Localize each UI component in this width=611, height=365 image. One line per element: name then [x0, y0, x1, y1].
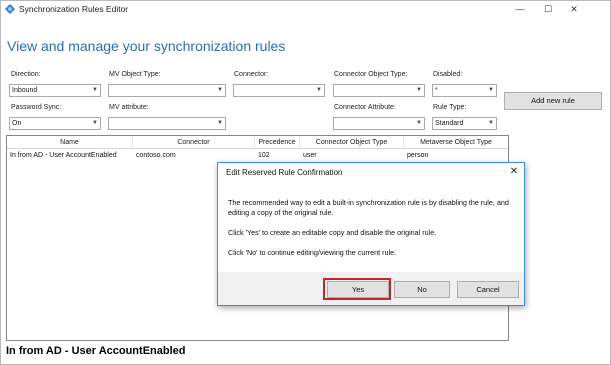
column-header-connector-object-type[interactable]: Connector Object Type	[300, 136, 404, 149]
cell-connector: contoso.com	[136, 152, 176, 159]
dialog-title: Edit Reserved Rule Confirmation	[226, 168, 343, 177]
connector-attribute-label: Connector Attribute:	[334, 104, 396, 111]
mv-attribute-select[interactable]: ▼	[108, 117, 226, 130]
direction-select[interactable]: Inbound ▼	[9, 84, 101, 97]
window-title: Synchronization Rules Editor	[19, 4, 129, 14]
connector-attribute-select[interactable]: ▼	[333, 117, 425, 130]
dialog-close-icon[interactable]: ✕	[507, 165, 521, 179]
disabled-label: Disabled:	[433, 71, 463, 78]
chevron-down-icon: ▼	[217, 120, 223, 126]
mv-object-type-label: MV Object Type:	[109, 71, 161, 78]
app-icon	[5, 4, 15, 14]
column-header-name[interactable]: Name	[7, 136, 133, 149]
chevron-down-icon: ▼	[316, 87, 322, 93]
connector-label: Connector:	[234, 71, 269, 78]
password-sync-value: On	[12, 120, 22, 127]
cell-precedence: 102	[258, 152, 270, 159]
cell-name: In from AD - User AccountEnabled	[10, 152, 117, 159]
connector-object-type-label: Connector Object Type:	[334, 71, 408, 78]
chevron-down-icon: ▼	[92, 120, 98, 126]
page-heading: View and manage your synchronization rul…	[7, 38, 286, 54]
chevron-down-icon: ▼	[416, 87, 422, 93]
dialog-message-recommendation: The recommended way to edit a built-in s…	[228, 198, 509, 217]
connector-select[interactable]: ▼	[233, 84, 325, 97]
disabled-value: *	[435, 87, 438, 94]
yes-button-highlight-box	[323, 278, 391, 300]
connector-object-type-select[interactable]: ▼	[333, 84, 425, 97]
table-row[interactable]: In from AD - User AccountEnabled contoso…	[7, 150, 508, 162]
chevron-down-icon: ▼	[488, 87, 494, 93]
direction-value: Inbound	[12, 87, 38, 94]
cancel-button[interactable]: Cancel	[457, 281, 519, 298]
chevron-down-icon: ▼	[416, 120, 422, 126]
column-header-connector[interactable]: Connector	[133, 136, 255, 149]
dialog-message-no: Click 'No' to continue editing/viewing t…	[228, 248, 397, 257]
password-sync-select[interactable]: On ▼	[9, 117, 101, 130]
maximize-icon[interactable]: ☐	[538, 2, 558, 16]
mv-object-type-select[interactable]: ▼	[108, 84, 226, 97]
chevron-down-icon: ▼	[217, 87, 223, 93]
cell-metaverse-object-type: person	[407, 152, 429, 159]
dialog-message-yes: Click 'Yes' to create an editable copy a…	[228, 228, 437, 237]
password-sync-label: Password Sync:	[11, 104, 62, 111]
add-new-rule-button[interactable]: Add new rule	[504, 92, 602, 110]
title-bar: Synchronization Rules Editor — ☐ ✕	[1, 1, 610, 18]
column-header-metaverse-object-type[interactable]: Metaverse Object Type	[404, 136, 508, 149]
selected-rule-name: In from AD - User AccountEnabled	[6, 345, 186, 357]
no-button[interactable]: No	[394, 281, 450, 298]
direction-label: Direction:	[11, 71, 41, 78]
column-header-precedence[interactable]: Precedence	[255, 136, 300, 149]
chevron-down-icon: ▼	[488, 120, 494, 126]
rule-type-select[interactable]: Standard ▼	[432, 117, 497, 130]
mv-attribute-label: MV attribute:	[109, 104, 149, 111]
minimize-icon[interactable]: —	[510, 2, 530, 16]
rule-type-value: Standard	[435, 120, 464, 127]
close-icon[interactable]: ✕	[564, 2, 584, 16]
chevron-down-icon: ▼	[92, 87, 98, 93]
cell-connector-object-type: user	[303, 152, 317, 159]
rule-type-label: Rule Type:	[433, 104, 467, 111]
grid-header: Name Connector Precedence Connector Obje…	[7, 136, 508, 149]
disabled-select[interactable]: * ▼	[432, 84, 497, 97]
